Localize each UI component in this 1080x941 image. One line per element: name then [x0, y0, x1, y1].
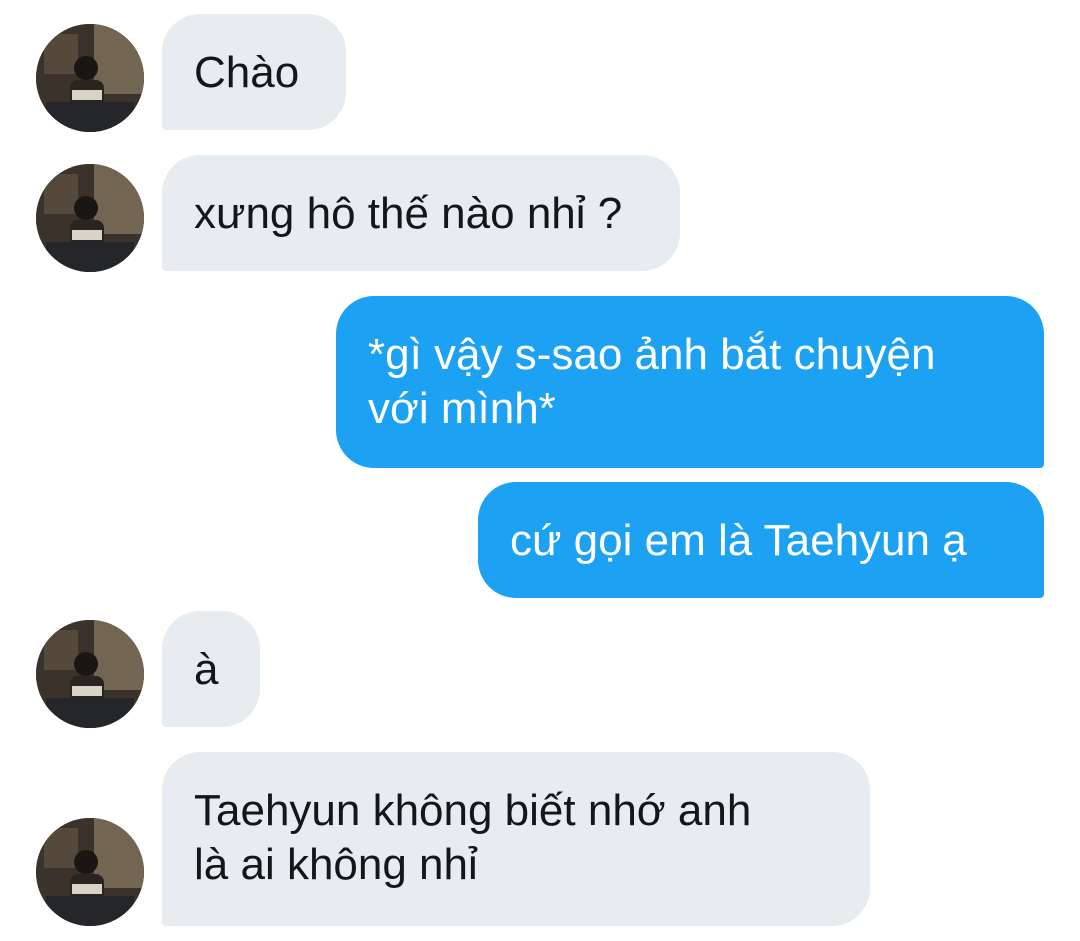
avatar[interactable]: [36, 818, 144, 926]
incoming-message[interactable]: Chào: [162, 14, 346, 130]
chat-thread: Chào xưng hô thế nào nhỉ ? *gì vậy s-sao…: [0, 0, 1080, 941]
incoming-message[interactable]: à: [162, 611, 260, 727]
incoming-message[interactable]: xưng hô thế nào nhỉ ?: [162, 155, 680, 271]
incoming-message[interactable]: Taehyun không biết nhớ anh là ai không n…: [162, 752, 870, 926]
outgoing-message[interactable]: *gì vậy s-sao ảnh bắt chuyện với mình*: [336, 296, 1044, 468]
avatar-photo-icon: [36, 24, 144, 132]
avatar-photo-icon: [36, 164, 144, 272]
outgoing-message[interactable]: cứ gọi em là Taehyun ạ: [478, 482, 1044, 598]
avatar[interactable]: [36, 24, 144, 132]
avatar[interactable]: [36, 164, 144, 272]
avatar-photo-icon: [36, 818, 144, 926]
avatar[interactable]: [36, 620, 144, 728]
avatar-photo-icon: [36, 620, 144, 728]
